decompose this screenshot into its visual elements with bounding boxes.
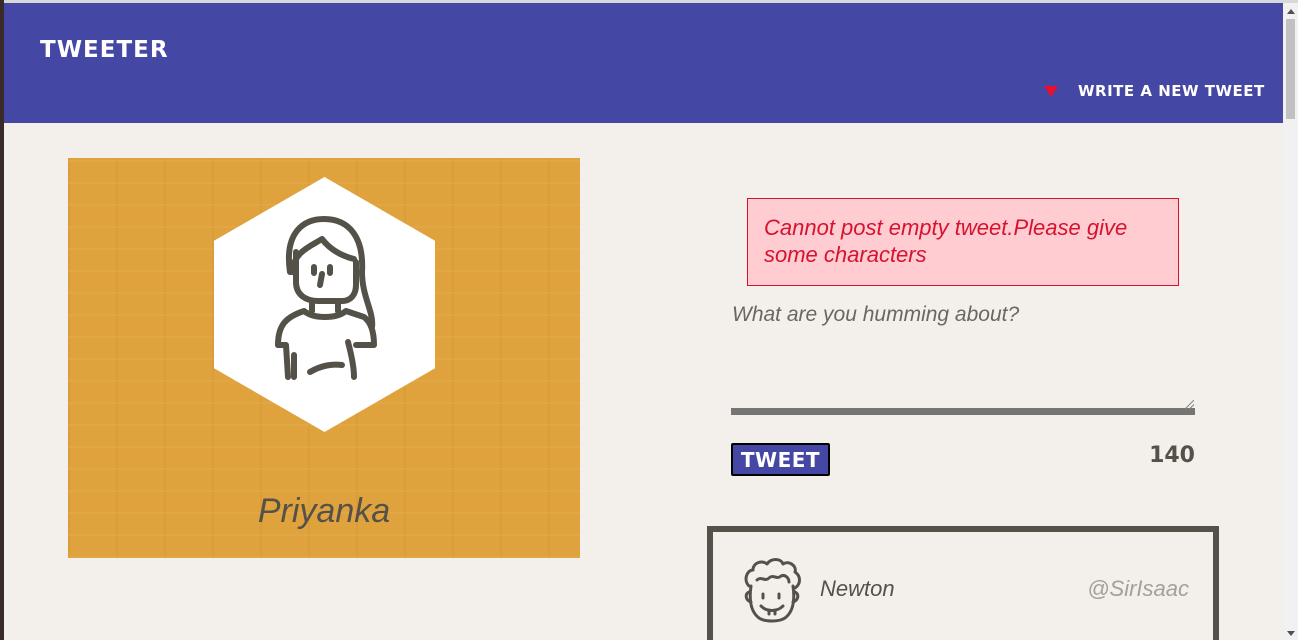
top-nav: TWEETER WRITE A NEW TWEET [4,3,1283,123]
brand-logo[interactable]: TWEETER [40,37,169,63]
character-counter: 140 [1149,443,1195,468]
tweet-input[interactable] [731,297,1195,415]
write-new-tweet-label: WRITE A NEW TWEET [1078,82,1265,100]
write-new-tweet-toggle[interactable]: WRITE A NEW TWEET [1044,79,1265,103]
tweet-author-handle: @SirIsaac [1087,576,1189,601]
arrow-down-icon [1044,85,1058,97]
scrollbar-thumb[interactable] [1286,19,1295,119]
tweet-card: Newton @SirIsaac [707,526,1219,640]
tweet-author-name: Newton [820,576,895,601]
vertical-scrollbar[interactable] [1283,3,1298,640]
profile-name: Priyanka [257,492,391,530]
textarea-resize-handle[interactable] [1185,400,1194,409]
curly-hair-man-avatar-icon [744,558,801,623]
scroll-up-icon[interactable] [1287,9,1295,14]
profile-avatar [214,177,435,432]
tweet-submit-button[interactable]: TWEET [731,443,830,476]
error-message: Cannot post empty tweet.Please give some… [747,198,1179,286]
profile-card: Priyanka [68,158,580,558]
scroll-down-icon[interactable] [1287,631,1295,636]
